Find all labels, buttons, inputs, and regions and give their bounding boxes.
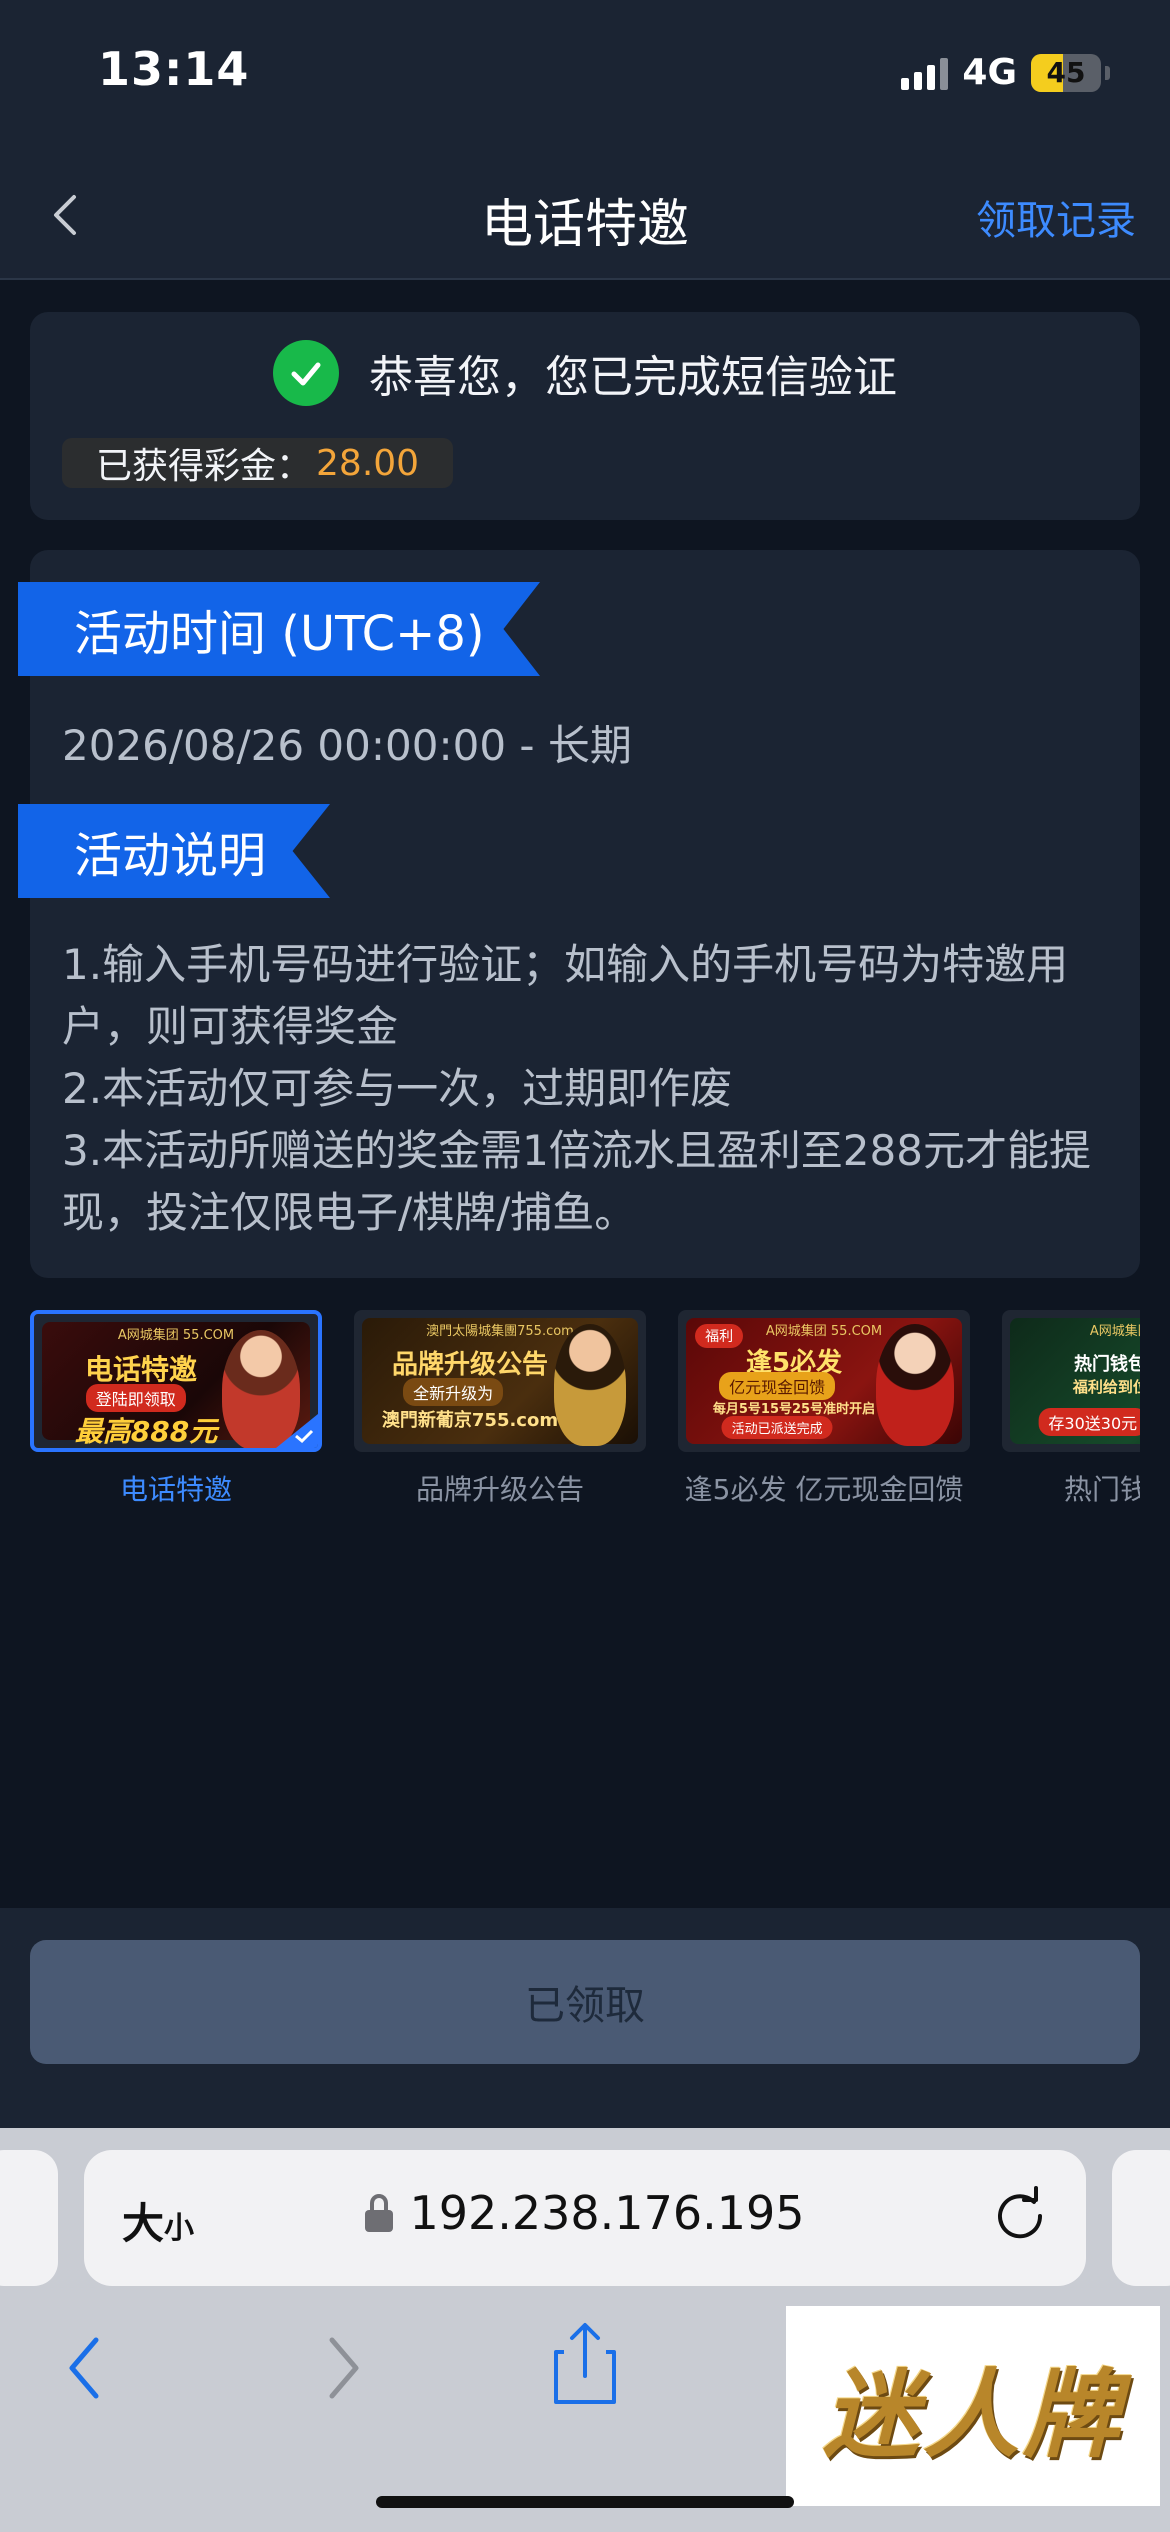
promo-model-figure bbox=[876, 1324, 954, 1446]
promo-carousel[interactable]: A网城集团 55.COM 电话特邀 登陆即领取 最高888元 电话特邀 澳門太陽… bbox=[30, 1310, 1140, 1510]
promo-title: 热门钱包打码 bbox=[1074, 1354, 1140, 1375]
check-circle-icon bbox=[273, 340, 339, 406]
bonus-pill: 已获得彩金： 28.00 bbox=[62, 438, 454, 488]
share-icon[interactable] bbox=[550, 2318, 620, 2408]
promo-banner-image: 澳門太陽城集團755.com 品牌升级公告 全新升级为 澳門新葡京755.com bbox=[354, 1310, 646, 1452]
activity-time-range: 2026/08/26 00:00:00 - 长期 bbox=[62, 721, 632, 770]
lock-icon bbox=[365, 2194, 394, 2232]
rule-item: 3.本活动所赠送的奖金需1倍流水且盈利至288元才能提现，投注仅限电子/棋牌/捕… bbox=[62, 1126, 1091, 1237]
rule-item: 2.本活动仅可参与一次，过期即作废 bbox=[62, 1064, 733, 1113]
promo-caption: 热门钱包打码 bbox=[1063, 1473, 1140, 1506]
browser-back-icon[interactable] bbox=[60, 2328, 110, 2408]
status-bar: 13:14 4G 45 bbox=[0, 0, 1170, 150]
next-tab-preview[interactable] bbox=[1112, 2150, 1170, 2286]
promo-banner-image: A网城集团 55.COM 热门钱包打码 福利给到位 打码 存30送30元 bbox=[1002, 1310, 1140, 1452]
nav-bar: 电话特邀 领取记录 bbox=[0, 150, 1170, 280]
promo-logo: A网城集团 55.COM bbox=[765, 1324, 883, 1339]
activity-time-heading: 活动时间 (UTC+8) bbox=[18, 582, 540, 676]
battery-percent: 45 bbox=[1046, 56, 1086, 89]
claimed-button[interactable]: 已领取 bbox=[30, 1940, 1140, 2064]
battery-cap bbox=[1105, 65, 1110, 80]
promo-banner-image: 福利 A网城集团 55.COM 逢5必发 亿元现金回馈 每月5号15号25号准时… bbox=[678, 1310, 970, 1452]
url-display[interactable]: 192.238.176.195 bbox=[84, 2186, 1086, 2240]
status-time: 13:14 bbox=[98, 42, 250, 96]
promo-pill: 福利给到位 打码 bbox=[1072, 1378, 1140, 1396]
promo-pill: 登陆即领取 bbox=[85, 1384, 186, 1412]
signal-icon bbox=[901, 56, 949, 90]
promo-item-brand-upgrade[interactable]: 澳門太陽城集團755.com 品牌升级公告 全新升级为 澳門新葡京755.com… bbox=[354, 1310, 646, 1508]
promo-item-phone-invite[interactable]: A网城集团 55.COM 电话特邀 登陆即领取 最高888元 电话特邀 bbox=[30, 1310, 322, 1508]
success-row: 恭喜您，您已完成短信验证 bbox=[30, 340, 1140, 406]
home-indicator bbox=[376, 2496, 794, 2508]
url-text: 192.238.176.195 bbox=[409, 2186, 805, 2240]
promo-banner-image: A网城集团 55.COM 电话特邀 登陆即领取 最高888元 bbox=[30, 1310, 322, 1452]
status-indicators: 4G 45 bbox=[901, 52, 1110, 93]
address-bar[interactable]: 大小 192.238.176.195 bbox=[84, 2150, 1086, 2286]
promo-sub: 活动已派送完成 bbox=[721, 1416, 833, 1439]
previous-tab-preview[interactable] bbox=[0, 2150, 58, 2286]
promo-item-cash-rebate[interactable]: 福利 A网城集团 55.COM 逢5必发 亿元现金回馈 每月5号15号25号准时… bbox=[678, 1310, 970, 1508]
promo-pill: 亿元现金回馈 bbox=[719, 1372, 836, 1400]
promo-logo: A网城集团 55.COM bbox=[117, 1328, 235, 1343]
promo-logo: 澳門太陽城集團755.com bbox=[426, 1324, 574, 1339]
promo-caption: 电话特邀 bbox=[119, 1473, 232, 1506]
bonus-value: 28.00 bbox=[316, 442, 420, 484]
promo-model-figure bbox=[554, 1324, 626, 1446]
claim-record-link[interactable]: 领取记录 bbox=[976, 188, 1136, 246]
network-type: 4G bbox=[962, 52, 1017, 93]
success-message: 恭喜您，您已完成短信验证 bbox=[369, 352, 897, 403]
bottom-action-bar: 已领取 bbox=[0, 1908, 1170, 2128]
promo-highlight: 存30送30元 bbox=[1038, 1408, 1140, 1436]
promo-caption: 品牌升级公告 bbox=[415, 1473, 584, 1506]
activity-info-card: 活动时间 (UTC+8) 2026/08/26 00:00:00 - 长期 活动… bbox=[18, 550, 1140, 1278]
promo-model-figure bbox=[222, 1330, 300, 1448]
promo-logo: A网城集团 55.COM bbox=[1089, 1324, 1140, 1339]
battery-icon: 45 bbox=[1031, 53, 1101, 92]
watermark-logo: 迷人牌 bbox=[786, 2306, 1160, 2506]
reload-icon[interactable] bbox=[990, 2186, 1050, 2246]
bonus-label: 已获得彩金： bbox=[96, 446, 313, 487]
activity-rules: 1.输入手机号码进行验证；如输入的手机号码为特邀用户，则可获得奖金 2.本活动仅… bbox=[62, 934, 1112, 1244]
verification-success-card: 恭喜您，您已完成短信验证 已获得彩金： 28.00 bbox=[30, 312, 1140, 520]
activity-desc-heading: 活动说明 bbox=[18, 804, 330, 898]
rule-item: 1.输入手机号码进行验证；如输入的手机号码为特邀用户，则可获得奖金 bbox=[62, 940, 1069, 1051]
promo-item-wallet[interactable]: A网城集团 55.COM 热门钱包打码 福利给到位 打码 存30送30元 热门钱… bbox=[1002, 1310, 1140, 1508]
watermark-text: 迷人牌 bbox=[823, 2357, 1123, 2471]
browser-forward-icon[interactable] bbox=[318, 2328, 368, 2408]
promo-pill: 全新升级为 bbox=[403, 1378, 504, 1406]
promo-caption: 逢5必发 亿元现金回馈 bbox=[684, 1473, 964, 1506]
